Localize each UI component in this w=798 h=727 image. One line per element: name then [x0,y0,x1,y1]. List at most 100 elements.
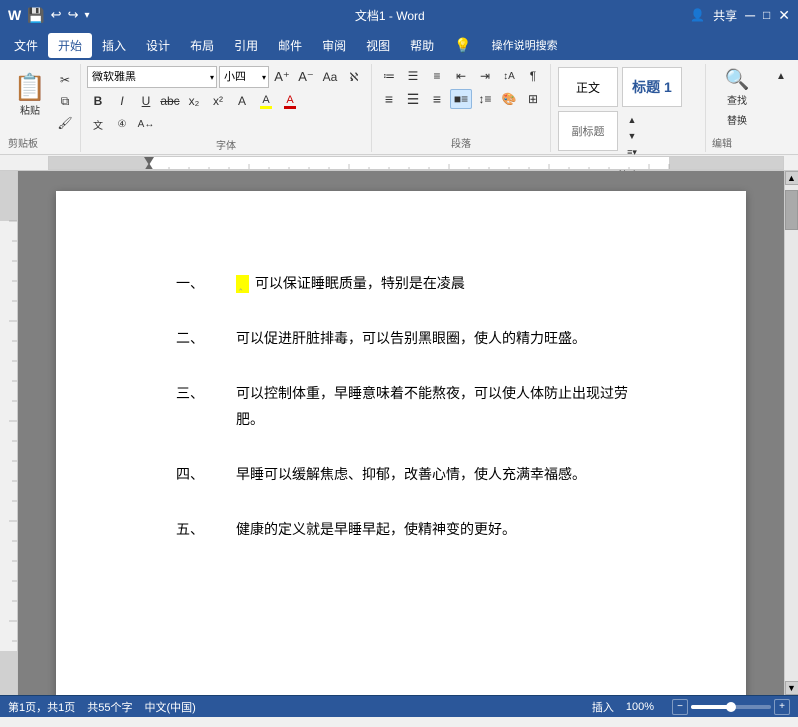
restore-button[interactable]: □ [763,8,770,22]
item-3-text[interactable]: 可以控制体重，早睡意味着不能熬夜，可以使人体防止出现过劳肥。 [236,381,646,431]
close-button[interactable]: ✕ [778,7,790,24]
decrease-indent-button[interactable]: ⇤ [450,66,472,86]
shrink-font-icon: A⁻ [298,69,314,85]
sort-button[interactable]: ↕A [498,66,520,86]
clear-format-icon: ℵ [350,70,359,84]
subscript-button[interactable]: x₂ [183,91,205,111]
user-icon[interactable]: 👤 [690,8,705,22]
grow-font-icon: A⁺ [274,69,290,85]
shading-button[interactable]: 🎨 [498,89,520,109]
zoom-handle[interactable] [726,702,736,712]
paste-button[interactable]: 📋 粘贴 [8,66,52,124]
right-scrollbar[interactable]: ▲ ▼ [784,171,798,695]
ruler-area [0,155,798,171]
shrink-font-button[interactable]: A⁻ [295,67,317,87]
style-heading1[interactable]: 标题 1 [622,67,682,107]
align-left-button[interactable]: ≡ [378,89,400,109]
text-effect-button[interactable]: A [231,91,253,111]
change-case-icon: Aa [323,70,338,84]
menu-references[interactable]: 引用 [224,33,268,58]
bullets-button[interactable]: ≔ [378,66,400,86]
menu-search[interactable]: 操作说明搜索 [482,33,568,57]
menu-view[interactable]: 视图 [356,33,400,58]
style-normal[interactable]: 正文 [558,67,618,107]
menu-layout[interactable]: 布局 [180,33,224,58]
change-case-button[interactable]: Aa [319,67,341,87]
scroll-down-button[interactable]: ▼ [785,681,798,695]
minimize-button[interactable]: ─ [745,7,755,23]
item-5-text[interactable]: 健康的定义就是早睡早起，使精神变的更好。 [236,517,646,542]
menu-mailings[interactable]: 邮件 [268,33,312,58]
font-name-selector[interactable]: 微软雅黑 ▾ [87,66,217,88]
ribbon: 📋 粘贴 ✂ ⧉ 🖌 剪贴板 [0,60,798,155]
underline-button[interactable]: U [135,91,157,111]
list-item: 二、 可以促进肝脏排毒，可以告别黑眼圈，使人的精力旺盛。 [176,326,646,351]
menu-review[interactable]: 审阅 [312,33,356,58]
justify-button[interactable]: ■≡ [450,89,472,109]
replace-button[interactable]: 替换 [712,108,762,131]
font-name-select[interactable]: 微软雅黑 [87,66,217,88]
document-content[interactable]: 一、 ‸ 可以保证睡眠质量，特别是在凌晨 二、 可以促进肝脏排毒，可以告别黑眼圈… [176,271,646,542]
item-2-number: 二、 [176,326,236,351]
quick-access-redo[interactable]: ↪ [68,7,79,23]
show-hide-button[interactable]: ¶ [522,66,544,86]
style-scroll-up[interactable]: ▲ [621,112,643,128]
menu-design[interactable]: 设计 [136,33,180,58]
paragraph-label: 段落 [378,133,544,150]
phonetic-button[interactable]: 文 [87,114,109,134]
quick-access-undo[interactable]: ↩ [51,7,62,23]
main-area: 一、 ‸ 可以保证睡眠质量，特别是在凌晨 二、 可以促进肝脏排毒，可以告别黑眼圈… [0,171,798,695]
format-painter-icon: 🖌 [57,116,72,130]
menu-insert[interactable]: 插入 [92,33,136,58]
quick-access-save[interactable]: 💾 [27,7,44,24]
collapse-ribbon-button[interactable]: ▲ [770,66,792,86]
center-button[interactable]: ☰ [402,89,424,109]
font-size-selector[interactable]: 小四 ▾ [219,66,269,88]
zoom-slider[interactable] [691,705,771,709]
style-subtitle[interactable]: 副标题 [558,111,618,151]
zoom-out-button[interactable]: − [672,699,688,715]
list-item: 三、 可以控制体重，早睡意味着不能熬夜，可以使人体防止出现过劳肥。 [176,381,646,431]
multilist-button[interactable]: ≡ [426,66,448,86]
editing-label: 编辑 [712,133,732,150]
font-size-select[interactable]: 小四 [219,66,269,88]
paragraph-group: ≔ ☰ ≡ ⇤ ⇥ ↕A ¶ ≡ ☰ ≡ ■≡ ↕≡ 🎨 ⊞ 段落 [372,64,551,152]
numbering-button[interactable]: ☰ [402,66,424,86]
menu-help[interactable]: 帮助 [400,33,444,58]
find-button[interactable]: 🔍 查找 [712,66,762,108]
cut-button[interactable]: ✂ [54,70,76,90]
grow-font-button[interactable]: A⁺ [271,67,293,87]
italic-button[interactable]: I [111,91,133,111]
text-cursor: ‸ [236,275,249,293]
item-1-text[interactable]: ‸ 可以保证睡眠质量，特别是在凌晨 [236,271,646,296]
text-highlight-button[interactable]: A [255,91,277,111]
clipboard-label: 剪贴板 [8,133,38,150]
align-right-button[interactable]: ≡ [426,89,448,109]
scroll-up-button[interactable]: ▲ [785,171,798,185]
increase-indent-button[interactable]: ⇥ [474,66,496,86]
zoom-slider-area[interactable]: − + [672,699,790,715]
superscript-button[interactable]: x² [207,91,229,111]
share-button[interactable]: 共享 [713,7,737,24]
scroll-thumb[interactable] [785,190,798,230]
menu-lightbulb[interactable]: 💡 [444,33,481,58]
font-color-button[interactable]: A [279,91,301,111]
line-spacing-button[interactable]: ↕≡ [474,89,496,109]
find-label: 查找 [727,92,747,107]
clear-format-button[interactable]: ℵ [343,67,365,87]
format-painter-button[interactable]: 🖌 [54,113,76,133]
menu-home[interactable]: 开始 [48,33,92,58]
menu-file[interactable]: 文件 [4,33,48,58]
style-scroll-down[interactable]: ▼ [621,128,643,144]
borders-button[interactable]: ⊞ [522,89,544,109]
item-4-text[interactable]: 早睡可以缓解焦虑、抑郁，改善心情，使人充满幸福感。 [236,462,646,487]
title-bar-title: 文档1 - Word [90,7,691,24]
bold-button[interactable]: B [87,91,109,111]
char-spacing-button[interactable]: A↔ [135,114,157,134]
scroll-track[interactable] [785,185,798,681]
item-2-text[interactable]: 可以促进肝脏排毒，可以告别黑眼圈，使人的精力旺盛。 [236,326,646,351]
strikethrough-button[interactable]: abc [159,91,181,111]
zoom-in-button[interactable]: + [774,699,790,715]
encircle-button[interactable]: ④ [111,114,133,134]
copy-button[interactable]: ⧉ [54,92,76,112]
